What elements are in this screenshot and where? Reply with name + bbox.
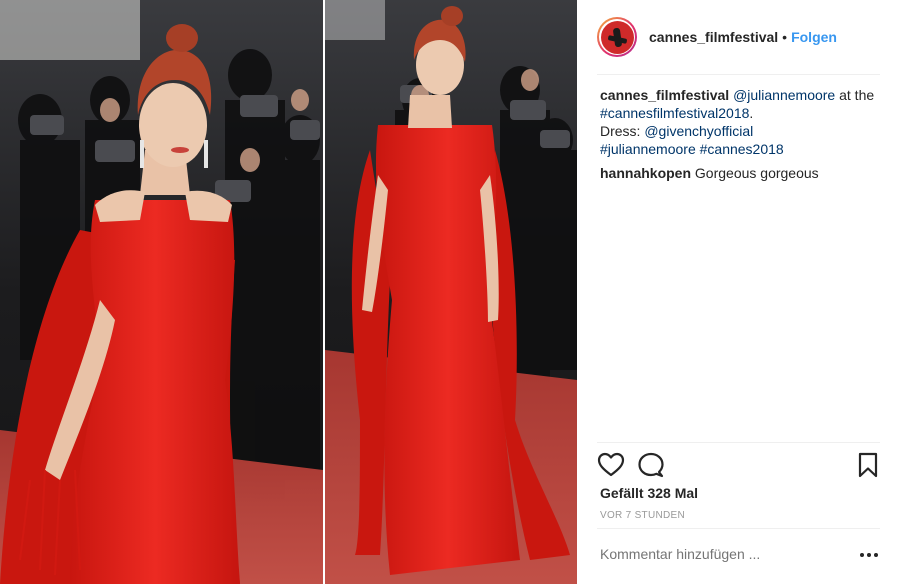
post-header: cannes_filmfestival • Folgen bbox=[597, 14, 880, 60]
header-username[interactable]: cannes_filmfestival bbox=[649, 29, 778, 45]
post-caption: cannes_filmfestival @juliannemoore at th… bbox=[600, 86, 880, 182]
caption-username[interactable]: cannes_filmfestival bbox=[600, 87, 729, 103]
mention-link[interactable]: @juliannemoore bbox=[733, 87, 835, 103]
hashtag-link[interactable]: #juliannemoore bbox=[600, 141, 696, 157]
comment-username[interactable]: hannahkopen bbox=[600, 165, 691, 181]
post-side-panel: cannes_filmfestival • Folgen cannes_film… bbox=[577, 0, 900, 584]
header-divider bbox=[597, 74, 880, 75]
comment-text: Gorgeous gorgeous bbox=[694, 165, 819, 181]
comment-item: hannahkopen Gorgeous gorgeous bbox=[600, 164, 880, 182]
caption-text: cannes_filmfestival @juliannemoore at th… bbox=[600, 86, 880, 158]
caption-text-part: at the bbox=[835, 87, 875, 103]
hashtag-link[interactable]: #cannes2018 bbox=[700, 141, 784, 157]
heart-icon[interactable] bbox=[597, 451, 625, 479]
bookmark-icon[interactable] bbox=[854, 451, 882, 479]
red-carpet-photo bbox=[0, 0, 577, 584]
comment-icon[interactable] bbox=[637, 451, 665, 479]
hashtag-link[interactable]: #cannesfilmfestival2018 bbox=[600, 105, 749, 121]
follow-button[interactable]: Folgen bbox=[791, 29, 837, 45]
actions-divider bbox=[597, 442, 880, 443]
caption-text-part: . bbox=[749, 105, 754, 121]
comment-divider bbox=[597, 528, 880, 529]
post-timestamp: VOR 7 STUNDEN bbox=[600, 510, 686, 521]
post-photo[interactable] bbox=[0, 0, 577, 584]
profile-avatar[interactable] bbox=[597, 17, 637, 57]
action-bar bbox=[597, 449, 880, 481]
mention-link[interactable]: @givenchyofficial bbox=[644, 123, 753, 139]
caption-text-part: Dress: bbox=[600, 123, 645, 139]
likes-count[interactable]: Gefällt 328 Mal bbox=[600, 485, 698, 501]
header-separator: • bbox=[782, 29, 788, 45]
more-options-icon[interactable] bbox=[857, 547, 881, 563]
comment-input[interactable] bbox=[600, 542, 860, 566]
